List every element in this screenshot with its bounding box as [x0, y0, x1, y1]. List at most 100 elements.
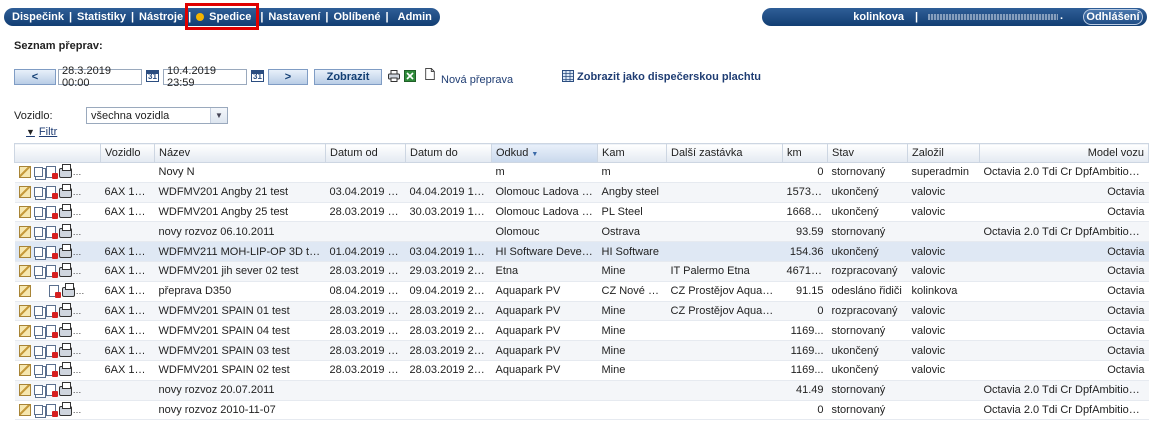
- chevron-down-icon[interactable]: ▼: [210, 108, 227, 123]
- nav-nastroje[interactable]: Nástroje: [139, 11, 183, 23]
- column-header-nazev[interactable]: Název: [154, 143, 326, 163]
- table-row[interactable]: … 6AX 1980přeprava D35008.04.2019 09:4709…: [14, 281, 1149, 302]
- edit-icon[interactable]: [18, 403, 31, 416]
- edit-icon[interactable]: [18, 344, 31, 357]
- nav-nastaveni[interactable]: Nastavení: [268, 11, 320, 23]
- table-grid-icon[interactable]: [562, 70, 574, 82]
- calendar-icon[interactable]: 31: [146, 70, 159, 82]
- print-icon[interactable]: [58, 382, 72, 397]
- column-header-actions[interactable]: [14, 143, 101, 163]
- more-icon[interactable]: …: [73, 405, 82, 415]
- copy-icon[interactable]: [33, 385, 43, 396]
- logout-button[interactable]: Odhlášení: [1083, 9, 1143, 25]
- table-row[interactable]: … 6AX 1980 WDFMV201 Angby 25 test 28.03.201…: [14, 202, 1149, 223]
- delete-document-icon[interactable]: [45, 344, 58, 358]
- delete-document-icon[interactable]: [45, 364, 58, 378]
- table-row[interactable]: … 6AX 1980 WDFMV201 SPAIN 01 test 28.03.201…: [14, 301, 1149, 322]
- more-icon[interactable]: …: [76, 286, 85, 296]
- table-row[interactable]: … 6AX 1980 WDFMV201 jih sever 02 test 28.03…: [14, 261, 1149, 282]
- more-icon[interactable]: …: [73, 266, 82, 276]
- copy-icon[interactable]: [33, 404, 43, 415]
- copy-icon[interactable]: [33, 187, 43, 198]
- print-icon[interactable]: [58, 164, 72, 179]
- table-row[interactable]: … 6AX 1980 WDFMV201 SPAIN 04 test 28.03.201…: [14, 320, 1149, 342]
- copy-icon[interactable]: [33, 365, 43, 376]
- delete-document-icon[interactable]: [48, 285, 61, 299]
- copy-icon[interactable]: [33, 305, 43, 316]
- print-icon[interactable]: [58, 401, 72, 416]
- column-header-datum-do[interactable]: Datum do: [405, 143, 492, 163]
- print-icon[interactable]: [58, 243, 72, 258]
- date-to-input[interactable]: 10.4.2019 23:59: [163, 65, 247, 89]
- copy-icon[interactable]: [33, 226, 43, 237]
- print-icon[interactable]: [58, 223, 72, 238]
- next-period-button[interactable]: >: [268, 69, 308, 85]
- delete-document-icon[interactable]: [45, 384, 58, 398]
- excel-export-icon[interactable]: [404, 70, 416, 82]
- vehicle-select[interactable]: všechna vozidla ▼: [86, 107, 228, 124]
- edit-icon[interactable]: [18, 166, 31, 179]
- more-icon[interactable]: …: [73, 346, 82, 356]
- more-icon[interactable]: …: [73, 365, 82, 375]
- more-icon[interactable]: …: [73, 207, 82, 217]
- delete-document-icon[interactable]: [45, 304, 58, 318]
- print-icon[interactable]: [61, 283, 75, 298]
- more-icon[interactable]: …: [73, 326, 82, 336]
- print-icon[interactable]: [58, 362, 72, 377]
- print-icon[interactable]: [58, 263, 72, 278]
- table-row[interactable]: … Novy N m m 0 stornovaný superadmin Octavia 2.…: [14, 162, 1149, 183]
- more-icon[interactable]: …: [73, 306, 82, 316]
- new-transport-link[interactable]: Nová přeprava: [441, 74, 513, 86]
- edit-icon[interactable]: [18, 304, 31, 317]
- edit-icon[interactable]: [18, 364, 31, 377]
- delete-document-icon[interactable]: [45, 186, 58, 200]
- column-header-kam[interactable]: Kam: [597, 143, 667, 163]
- print-icon[interactable]: [388, 70, 400, 82]
- copy-icon[interactable]: [33, 167, 43, 178]
- delete-document-icon[interactable]: [45, 265, 58, 279]
- delete-document-icon[interactable]: [45, 166, 58, 180]
- more-icon[interactable]: …: [73, 167, 82, 177]
- copy-icon[interactable]: [33, 345, 43, 356]
- edit-icon[interactable]: [18, 245, 31, 258]
- print-icon[interactable]: [58, 342, 72, 357]
- column-header-km[interactable]: km: [782, 143, 828, 163]
- copy-icon[interactable]: [33, 246, 43, 257]
- edit-icon[interactable]: [18, 384, 31, 397]
- more-icon[interactable]: …: [73, 385, 82, 395]
- edit-icon[interactable]: [18, 186, 31, 199]
- more-icon[interactable]: …: [73, 247, 82, 257]
- print-icon[interactable]: [58, 184, 72, 199]
- more-icon[interactable]: …: [73, 187, 82, 197]
- table-row[interactable]: … 6AX 1980 WDFMV201 Angby 21 test 03.04.201…: [14, 182, 1149, 203]
- copy-icon[interactable]: [33, 266, 43, 277]
- table-row[interactable]: … novy rozvoz 06.10.2011 Olomouc Ostrava 93.…: [14, 221, 1149, 243]
- edit-icon[interactable]: [18, 265, 31, 278]
- copy-icon[interactable]: [33, 206, 43, 217]
- nav-spedice[interactable]: Spedice: [196, 11, 251, 23]
- nav-oblibene[interactable]: Oblíbené: [333, 11, 380, 23]
- column-header-datum-od[interactable]: Datum od: [325, 143, 406, 163]
- table-row[interactable]: … 6AX 1980 WDFMV201 SPAIN 02 test 28.03.201…: [14, 360, 1149, 381]
- edit-icon[interactable]: [18, 324, 31, 337]
- delete-document-icon[interactable]: [45, 245, 58, 259]
- delete-document-icon[interactable]: [45, 205, 58, 219]
- nav-dispecink[interactable]: Dispečink: [12, 11, 64, 23]
- table-row[interactable]: … 6AX 1980 WDFMV201 SPAIN 03 test 28.03.201…: [14, 340, 1149, 361]
- column-header-odkud[interactable]: Odkud ▼: [491, 143, 598, 163]
- calendar-icon[interactable]: 31: [251, 70, 264, 82]
- nav-statistiky[interactable]: Statistiky: [77, 11, 126, 23]
- edit-icon[interactable]: [18, 225, 31, 238]
- column-header-dalsi-zastavka[interactable]: Další zastávka: [666, 143, 783, 163]
- show-button[interactable]: Zobrazit: [314, 69, 382, 85]
- column-header-zalozil[interactable]: Založil: [907, 143, 980, 163]
- table-row[interactable]: … novy rozvoz 20.07.2011 41.49 stornovaný Oc…: [14, 380, 1149, 401]
- table-row[interactable]: … 6AX 1980 WDFMV211 MOH-LIP-OP 3D tab4 01.0…: [14, 241, 1149, 262]
- filter-toggle[interactable]: ▼ Filtr: [26, 126, 57, 138]
- table-row[interactable]: … novy rozvoz 2010-11-07 0 stornovaný Octavi…: [14, 400, 1149, 421]
- copy-icon[interactable]: [33, 325, 43, 336]
- nav-admin[interactable]: Admin: [398, 11, 432, 23]
- delete-document-icon[interactable]: [45, 225, 58, 239]
- delete-document-icon[interactable]: [45, 324, 58, 338]
- new-document-icon[interactable]: [424, 68, 436, 80]
